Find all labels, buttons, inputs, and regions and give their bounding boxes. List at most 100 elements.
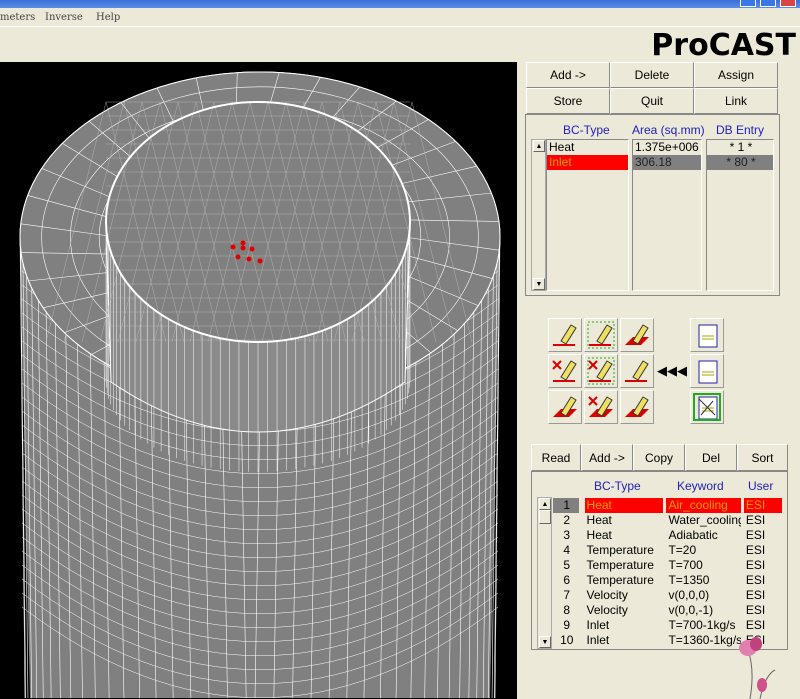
area-cell-selected: 306.18 — [633, 155, 701, 170]
database-row[interactable]: 7 Velocity v(0,0,0) ESI — [553, 588, 785, 603]
assign-surface-box-icon[interactable] — [584, 318, 618, 352]
row-bc-type: Velocity — [586, 603, 628, 617]
add-button[interactable]: Add -> — [526, 62, 610, 88]
scroll-down-icon[interactable]: ▼ — [539, 636, 551, 648]
row-number: 9 — [563, 618, 571, 632]
row-bc-type: Temperature — [586, 543, 654, 557]
row-bc-type: Heat — [586, 528, 612, 542]
assign-surface-icon[interactable] — [548, 318, 582, 352]
database-row[interactable]: 4 Temperature T=20 ESI — [553, 543, 785, 558]
database-row[interactable]: 8 Velocity v(0,0,-1) ESI — [553, 603, 785, 618]
assigned-bc-panel: BC-Type Area (sq.mm) DB Entry ▲ ▼ Heat I… — [525, 114, 780, 296]
database-row[interactable]: 1 Heat Air_cooling ESI — [553, 498, 785, 513]
assign-button[interactable]: Assign — [694, 62, 778, 88]
scroll-down-icon[interactable]: ▼ — [533, 278, 545, 290]
assign-volume-icon[interactable] — [620, 354, 654, 388]
row-user: ESI — [745, 543, 766, 557]
delete-button[interactable]: Delete — [610, 62, 694, 88]
header-bc-type: BC-Type — [563, 123, 610, 137]
row-user: ESI — [745, 528, 766, 542]
row-bc-type: Heat — [584, 498, 664, 513]
delete-surface-icon[interactable] — [548, 354, 582, 388]
row-bc-type: Heat — [586, 513, 612, 527]
row-user: ESI — [745, 603, 766, 617]
row-number: 7 — [563, 588, 571, 602]
db-entry-cell: * 1 * — [729, 140, 753, 154]
db-header-user: User — [748, 479, 774, 493]
boss-top — [105, 101, 411, 343]
row-user: ESI — [745, 573, 766, 587]
assigned-scrollbar[interactable]: ▲ ▼ — [531, 139, 546, 291]
row-user: ESI — [745, 513, 766, 527]
maximize-button[interactable] — [760, 0, 776, 7]
row-bc-type: Velocity — [586, 588, 628, 602]
paste-clipboard-icon[interactable] — [690, 354, 724, 388]
copy-documents-icon[interactable] — [690, 318, 724, 352]
flower-decoration-icon — [739, 637, 776, 699]
header-db-entry: DB Entry — [716, 123, 765, 137]
database-row[interactable]: 6 Temperature T=1350 ESI — [553, 573, 785, 588]
row-keyword: T=20 — [668, 543, 697, 557]
assigned-row-selected[interactable]: Inlet — [547, 155, 628, 170]
row-number: 5 — [563, 558, 571, 572]
row-number: 10 — [560, 633, 574, 647]
row-user: ESI — [745, 558, 766, 572]
database-button-row: Read Add -> Copy Del Sort — [531, 444, 788, 471]
inlet-node — [235, 254, 241, 260]
read-button[interactable]: Read — [531, 444, 581, 471]
database-row[interactable]: 3 Heat Adiabatic ESI — [553, 528, 785, 543]
database-row[interactable]: 2 Heat Water_cooling ESI — [553, 513, 785, 528]
del-button[interactable]: Del — [685, 444, 737, 471]
mesh-viewport[interactable] — [0, 62, 517, 699]
assigned-row[interactable]: Heat — [547, 140, 628, 155]
row-number: 4 — [563, 543, 571, 557]
row-bc-type: Temperature — [586, 573, 654, 587]
top-button-row-1: Add -> Delete Assign — [526, 62, 778, 88]
inlet-node — [246, 256, 252, 262]
row-number: 6 — [563, 573, 571, 587]
database-table: 1 Heat Air_cooling ESI 2 Heat Water_cooling ESI… — [553, 498, 785, 648]
row-user: ESI — [745, 588, 766, 602]
assigned-bc-type-column: Heat Inlet — [546, 139, 629, 291]
quit-button[interactable]: Quit — [610, 88, 694, 114]
delete-face-icon[interactable] — [584, 390, 618, 424]
bc-database-panel: BC-Type Keyword User ▲ ▼ 1 Heat Air_coolin… — [531, 471, 788, 650]
assign-surface-shaded-icon[interactable] — [620, 318, 654, 352]
row-user: ESI — [743, 498, 782, 513]
scroll-up-icon[interactable]: ▲ — [533, 140, 545, 152]
unassign-face-icon[interactable] — [620, 390, 654, 424]
inlet-node — [240, 240, 246, 246]
inlet-node — [257, 258, 263, 264]
menu-parameters[interactable]: meters — [0, 12, 35, 23]
row-keyword: v(0,0,0) — [668, 588, 710, 602]
close-button[interactable] — [780, 0, 796, 7]
triple-left-arrow-icon[interactable]: ◀◀◀ — [656, 356, 688, 390]
cut-scissors-icon[interactable] — [690, 390, 724, 424]
copy-button[interactable]: Copy — [633, 444, 685, 471]
store-button[interactable]: Store — [526, 88, 610, 114]
link-button[interactable]: Link — [694, 88, 778, 114]
assign-face-icon[interactable] — [548, 390, 582, 424]
row-bc-type: Inlet — [586, 618, 610, 632]
db-header-keyword: Keyword — [677, 479, 724, 493]
menu-help[interactable]: Help — [96, 12, 120, 23]
database-row[interactable]: 5 Temperature T=700 ESI — [553, 558, 785, 573]
inlet-node — [240, 245, 246, 251]
menu-inverse[interactable]: Inverse — [45, 12, 83, 23]
title-bar — [0, 0, 800, 8]
sort-button[interactable]: Sort — [737, 444, 788, 471]
scroll-up-icon[interactable]: ▲ — [539, 498, 551, 510]
database-scrollbar[interactable]: ▲ ▼ — [537, 497, 552, 649]
delete-surface-box-icon[interactable] — [584, 354, 618, 388]
inlet-node — [230, 244, 236, 250]
row-number: 2 — [563, 513, 571, 527]
db-add-button[interactable]: Add -> — [581, 444, 633, 471]
mesh-model[interactable] — [0, 62, 517, 699]
procast-logo: ProCAST — [651, 28, 796, 63]
scroll-thumb[interactable] — [539, 510, 551, 524]
row-keyword: v(0,0,-1) — [668, 603, 714, 617]
minimize-button[interactable] — [740, 0, 756, 7]
row-bc-type: Inlet — [586, 633, 610, 647]
area-cell: 1.375e+006 — [635, 140, 699, 154]
row-keyword: T=1350 — [668, 573, 710, 587]
